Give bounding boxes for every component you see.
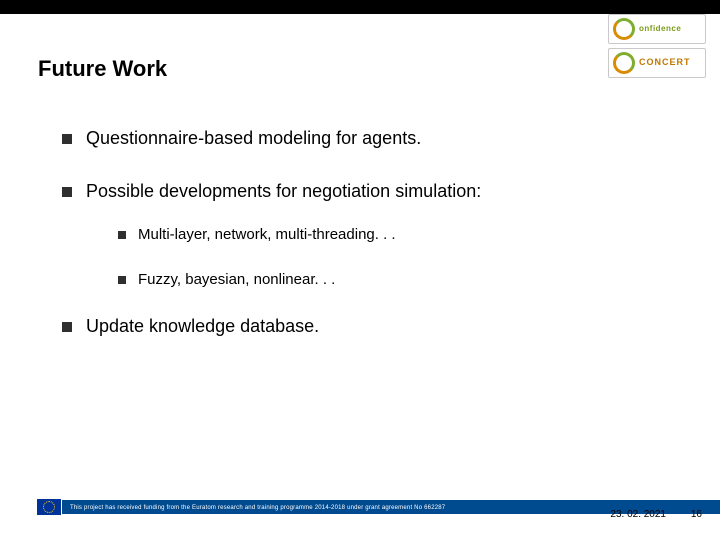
bullet-text: Multi-layer, network, multi-threading. .… [138,226,396,243]
square-bullet-icon [62,187,72,197]
bullet-level1: Questionnaire-based modeling for agents. [62,128,680,149]
swirl-icon [613,18,635,40]
bullet-text: Update knowledge database. [86,316,319,337]
slide: onfidence CONCERT Future Work Questionna… [0,0,720,540]
content-area: Questionnaire-based modeling for agents.… [62,128,680,369]
sub-bullet-group: Multi-layer, network, multi-threading. .… [118,226,680,288]
footer-date: 23. 02. 2021 [610,509,666,520]
swirl-icon [613,52,635,74]
logo-confidence: onfidence [608,14,706,44]
bullet-level2: Fuzzy, bayesian, nonlinear. . . [118,271,680,288]
square-bullet-icon [118,276,126,284]
square-bullet-icon [62,322,72,332]
logo-group: onfidence CONCERT [608,14,706,78]
bullet-level2: Multi-layer, network, multi-threading. .… [118,226,680,243]
footer-page-number: 16 [691,509,702,520]
eu-stars-icon [43,501,55,513]
bullet-text: Possible developments for negotiation si… [86,181,481,202]
funding-text: This project has received funding from t… [70,505,445,511]
logo-concert: CONCERT [608,48,706,78]
bullet-text: Fuzzy, bayesian, nonlinear. . . [138,271,335,288]
bullet-level1: Update knowledge database. [62,316,680,337]
square-bullet-icon [118,231,126,239]
top-black-bar [0,0,720,14]
eu-flag-icon [36,498,62,516]
logo-confidence-brand: onfidence [639,25,681,34]
slide-title: Future Work [38,56,167,82]
logo-concert-brand: CONCERT [639,58,691,68]
bullet-level1: Possible developments for negotiation si… [62,181,680,202]
bullet-text: Questionnaire-based modeling for agents. [86,128,421,149]
footer: This project has received funding from t… [0,498,720,540]
square-bullet-icon [62,134,72,144]
